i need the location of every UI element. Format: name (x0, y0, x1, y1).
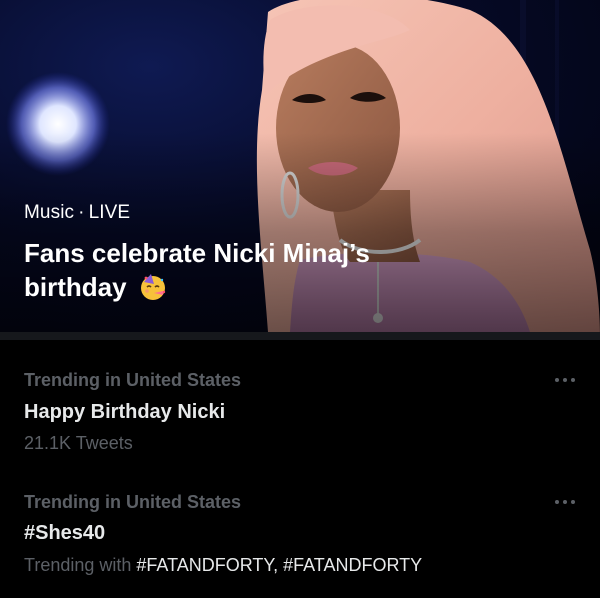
hero-separator: · (78, 202, 85, 223)
trend-item[interactable]: Trending in United States #Shes40 Trendi… (0, 468, 600, 598)
hero-headline[interactable]: Fans celebrate Nicki Minaj’s birthday (24, 236, 450, 304)
trend-context: Trending in United States (24, 370, 242, 390)
trend-title: Happy Birthday Nicki (24, 401, 226, 423)
trend-context: Trending in United States (24, 492, 242, 512)
hero-text: Music · LIVE Fans celebrate Nicki Minaj’s … (24, 202, 450, 304)
hero-category: Music (24, 202, 75, 223)
more-options-icon[interactable] (552, 497, 578, 507)
hero-meta: Music · LIVE (24, 202, 450, 224)
hero-headline-line2: birthday (24, 272, 127, 302)
trend-related: Trending with #FATANDFORTY, #FATANDFORTY (24, 555, 422, 576)
partying-face-icon (140, 274, 166, 300)
trend-related-tags[interactable]: #FATANDFORTY, #FATANDFORTY (136, 555, 422, 575)
more-options-icon[interactable] (552, 375, 578, 385)
trend-title: #Shes40 (24, 522, 106, 544)
trend-tweet-count: 21.1K Tweets (24, 433, 133, 453)
trend-hero-card[interactable]: Music · LIVE Fans celebrate Nicki Minaj’s … (0, 0, 600, 332)
section-divider (0, 332, 600, 340)
trend-item[interactable]: Trending in United States Happy Birthday… (0, 340, 600, 468)
trend-related-prefix: Trending with (24, 555, 132, 575)
hero-status: LIVE (88, 202, 131, 223)
hero-headline-line1: Fans celebrate Nicki Minaj’s (24, 238, 370, 268)
